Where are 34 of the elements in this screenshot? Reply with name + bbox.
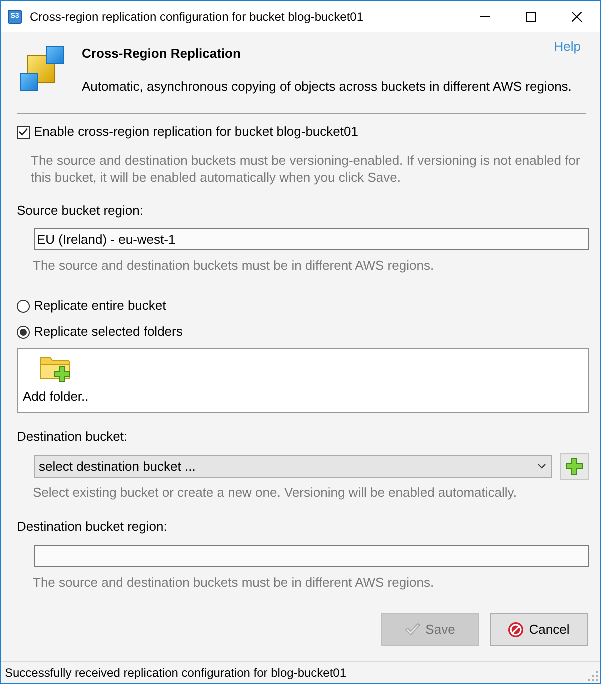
radio-button[interactable] bbox=[17, 300, 30, 312]
add-folder-button[interactable]: Add folder.. bbox=[23, 356, 89, 405]
minimize-icon bbox=[480, 16, 490, 17]
resize-grip-icon bbox=[588, 671, 598, 681]
chevron-down-icon bbox=[538, 464, 546, 469]
source-region-field[interactable]: EU (Ireland) - eu-west-1 bbox=[34, 228, 589, 250]
folder-plus-icon bbox=[40, 356, 72, 383]
status-text: Successfully received replication configuration for blog-bucket01 bbox=[5, 664, 348, 682]
no-entry-icon bbox=[508, 622, 524, 638]
versioning-hint: The source and destination buckets must be versioning-enabled. If versioning is not enabled for this bucket, it will be enabled automatically when you click Save. bbox=[31, 152, 581, 186]
destination-bucket-label: Destination bucket: bbox=[17, 429, 128, 445]
destination-region-label: Destination bucket region: bbox=[17, 519, 168, 535]
cancel-button[interactable]: Cancel bbox=[490, 613, 588, 646]
radio-label[interactable]: Replicate entire bucket bbox=[34, 298, 166, 314]
radio-button[interactable] bbox=[17, 326, 30, 338]
source-region-label: Source bucket region: bbox=[17, 203, 144, 219]
checkbox-label[interactable]: Enable cross-region replication for bucket blog-bucket01 bbox=[34, 124, 358, 140]
header-title: Cross-Region Replication bbox=[82, 46, 241, 62]
destination-bucket-hint: Select existing bucket or create a new one. Versioning will be enabled automatically. bbox=[33, 485, 517, 501]
checkbox[interactable] bbox=[17, 126, 30, 138]
window-title: Cross-region replication configuration for bucket blog-bucket01 bbox=[30, 8, 365, 26]
maximize-icon bbox=[526, 12, 536, 22]
checkmark-icon bbox=[19, 128, 28, 136]
overlapping-squares-icon bbox=[20, 46, 64, 91]
source-region-hint: The source and destination buckets must be in different AWS regions. bbox=[33, 258, 434, 274]
close-icon bbox=[572, 12, 582, 22]
add-bucket-button[interactable] bbox=[560, 453, 589, 480]
destination-region-field[interactable] bbox=[34, 545, 589, 567]
destination-bucket-dropdown[interactable]: select destination bucket ... bbox=[34, 455, 552, 478]
check-icon bbox=[404, 622, 421, 636]
header-subtitle: Automatic, asynchronous copying of objects across buckets in different AWS regions. bbox=[82, 79, 572, 95]
destination-region-hint: The source and destination buckets must be in different AWS regions. bbox=[33, 575, 434, 591]
plus-icon bbox=[566, 458, 583, 475]
radio-label[interactable]: Replicate selected folders bbox=[34, 324, 183, 340]
